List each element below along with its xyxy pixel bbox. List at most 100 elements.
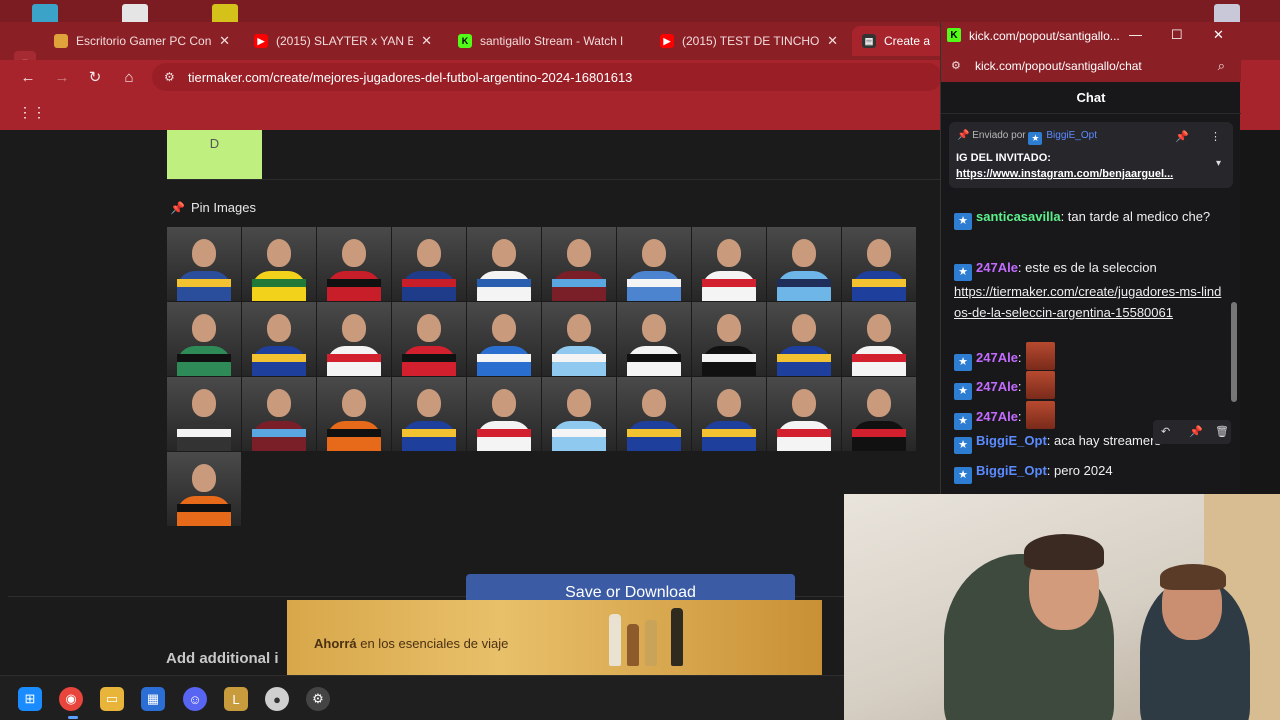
player-image[interactable] [692, 227, 766, 301]
user-badge-icon: ★ [954, 413, 972, 430]
chat-message[interactable]: ★ 247Ale: este es de la seleccion https://… [954, 257, 1222, 323]
discord-icon[interactable]: ☺ [183, 687, 207, 711]
player-image[interactable] [167, 302, 241, 376]
chrome-icon[interactable]: ◉ [59, 687, 83, 711]
pinned-by-user[interactable]: BiggiE_Opt [1046, 130, 1097, 141]
desktop-app-icon[interactable] [32, 4, 58, 22]
player-image[interactable] [542, 377, 616, 451]
apps-grid-icon[interactable]: ⋮⋮ [18, 104, 46, 121]
player-image[interactable] [392, 302, 466, 376]
tab-close-icon[interactable]: ✕ [219, 33, 230, 49]
close-icon[interactable]: ✕ [1213, 27, 1224, 43]
player-shirt-stripe [177, 429, 231, 437]
scrollbar-thumb[interactable] [1231, 302, 1237, 402]
minimize-icon[interactable]: — [1129, 27, 1142, 42]
player-image[interactable] [242, 227, 316, 301]
player-image[interactable] [392, 227, 466, 301]
player-image[interactable] [842, 302, 916, 376]
pin-images-label: Pin Images [190, 200, 256, 215]
pinned-link[interactable]: https://www.instagram.com/benjaarguel... [956, 168, 1206, 180]
player-image[interactable] [167, 452, 241, 526]
chat-username[interactable]: 247Ale [976, 350, 1018, 365]
chat-link[interactable]: https://tiermaker.com/create/jugadores-m… [954, 284, 1221, 320]
desktop-app-icon[interactable] [212, 4, 238, 22]
delete-icon[interactable]: 🗑 [1215, 425, 1229, 438]
chevron-down-icon[interactable]: ▾ [1216, 158, 1221, 169]
tab-create[interactable]: ▤ Create a M [852, 26, 944, 56]
player-image[interactable] [317, 377, 391, 451]
player-image[interactable] [317, 302, 391, 376]
player-image[interactable] [767, 377, 841, 451]
player-head [792, 314, 816, 342]
chat-username[interactable]: BiggiE_Opt [976, 433, 1047, 448]
obs-icon[interactable]: ● [265, 687, 289, 711]
chat-message[interactable]: ★ BiggiE_Opt: pero 2024 [954, 460, 1222, 484]
tab-tincho[interactable]: ▶ (2015) TEST DE TINCHO A ✕ [650, 26, 848, 56]
chat-scrollbar[interactable] [1231, 132, 1237, 512]
player-image[interactable] [467, 302, 541, 376]
chat-message[interactable]: ★ 247Ale: [954, 342, 1222, 371]
reply-icon[interactable]: ↶ [1161, 425, 1170, 438]
player-image[interactable] [542, 302, 616, 376]
player-image[interactable] [767, 302, 841, 376]
file-explorer-icon[interactable]: ▭ [100, 687, 124, 711]
chat-username[interactable]: santicasavilla [976, 209, 1061, 224]
app-icon[interactable]: ⚙ [306, 687, 330, 711]
address-bar[interactable]: ⚙ tiermaker.com/create/mejores-jugadores… [152, 63, 942, 91]
player-image[interactable] [467, 377, 541, 451]
site-info-icon[interactable]: ⚙ [164, 70, 175, 84]
league-icon[interactable]: L [224, 687, 248, 711]
start-icon[interactable]: ⊞ [18, 687, 42, 711]
player-image[interactable] [617, 302, 691, 376]
more-options-icon[interactable]: ⋮ [1210, 130, 1221, 143]
tab-slayter[interactable]: ▶ (2015) SLAYTER x YAN BLO ✕ [244, 26, 442, 56]
chat-text: : pero 2024 [1046, 463, 1113, 478]
desktop-app-icon[interactable] [1214, 4, 1240, 22]
player-image[interactable] [767, 227, 841, 301]
player-image[interactable] [167, 377, 241, 451]
player-image[interactable] [242, 377, 316, 451]
player-shirt-stripe [852, 354, 906, 362]
tab-close-icon[interactable]: ✕ [421, 33, 432, 49]
maximize-icon[interactable]: ☐ [1171, 27, 1183, 43]
pin-icon[interactable]: 📌 [1175, 130, 1189, 143]
popout-url-bar[interactable]: ⚙ kick.com/popout/santigallo/chat ⌕ [941, 50, 1241, 82]
site-info-icon[interactable]: ⚙ [951, 59, 961, 72]
chat-message[interactable]: ★ 247Ale: [954, 371, 1222, 400]
pinned-message[interactable]: 📌 Enviado por ★ BiggiE_Opt 📌 ⋮ ▾ IG DEL I… [949, 122, 1233, 188]
player-shirt-stripe [627, 354, 681, 362]
player-head [567, 239, 591, 267]
player-image[interactable] [317, 227, 391, 301]
popout-title: kick.com/popout/santigallo... [969, 29, 1120, 43]
desktop-app-icon[interactable] [122, 4, 148, 22]
player-image[interactable] [692, 377, 766, 451]
tab-santigallo[interactable]: K santigallo Stream - Watch l [448, 26, 646, 56]
player-image[interactable] [842, 377, 916, 451]
pin-icon[interactable]: 📌 [1189, 425, 1203, 438]
tier-label[interactable]: D [167, 130, 262, 179]
reload-icon[interactable]: ↻ [84, 66, 106, 88]
player-image[interactable] [692, 302, 766, 376]
player-image[interactable] [542, 227, 616, 301]
player-head [417, 314, 441, 342]
player-image[interactable] [242, 302, 316, 376]
player-image[interactable] [392, 377, 466, 451]
player-image[interactable] [467, 227, 541, 301]
player-image[interactable] [842, 227, 916, 301]
chat-username[interactable]: 247Ale [976, 409, 1018, 424]
player-image[interactable] [167, 227, 241, 301]
home-icon[interactable]: ⌂ [118, 66, 140, 88]
chat-username[interactable]: BiggiE_Opt [976, 463, 1047, 478]
travel-ad-banner[interactable]: Ahorrá en los esenciales de viaje [287, 600, 822, 675]
chat-username[interactable]: 247Ale [976, 379, 1018, 394]
chat-message[interactable]: ★ santicasavilla: tan tarde al medico che… [954, 206, 1222, 230]
back-icon[interactable]: ← [17, 66, 39, 88]
tab-close-icon[interactable]: ✕ [827, 33, 838, 49]
player-image[interactable] [617, 377, 691, 451]
tab-escritorio[interactable]: Escritorio Gamer PC Con lu ✕ [44, 26, 240, 56]
store-icon[interactable]: ▦ [141, 687, 165, 711]
zoom-icon[interactable]: ⌕ [1218, 58, 1225, 74]
player-image[interactable] [617, 227, 691, 301]
chat-username[interactable]: 247Ale [976, 260, 1018, 275]
forward-icon[interactable]: → [51, 66, 73, 88]
